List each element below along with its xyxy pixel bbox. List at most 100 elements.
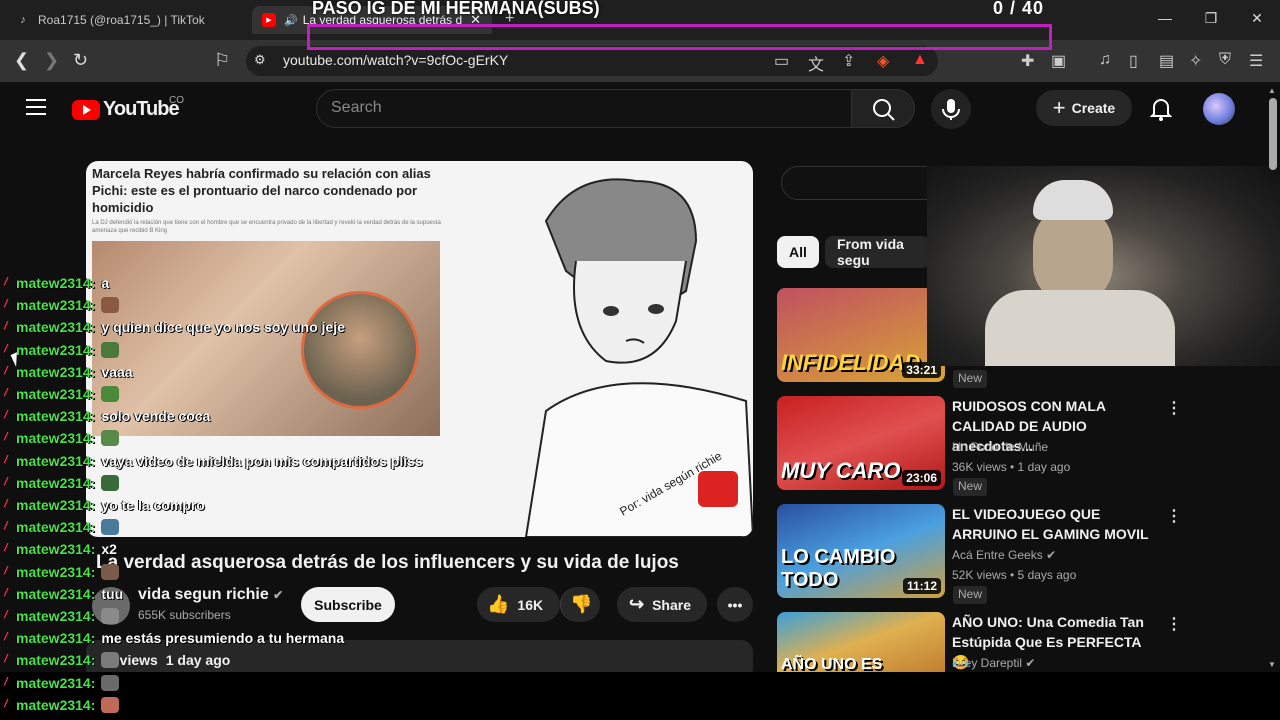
youtube-wordmark: YouTube xyxy=(103,98,180,120)
forward-icon[interactable]: ❯ xyxy=(44,50,59,71)
channel-name[interactable]: vida segun richie ✔ xyxy=(138,586,283,604)
share-page-icon[interactable]: ⇪ xyxy=(842,51,855,71)
more-icon: ••• xyxy=(727,596,743,613)
like-button[interactable]: 👍 16K xyxy=(477,587,560,622)
url-text[interactable]: youtube.com/watch?v=9cfOc-gErKY xyxy=(283,52,508,68)
voice-search-button[interactable] xyxy=(931,89,971,129)
close-window-icon[interactable]: ✕ xyxy=(1247,10,1267,27)
sidebar-icon[interactable]: ▯ xyxy=(1129,51,1138,71)
scroll-down-icon[interactable]: ▼ xyxy=(1268,660,1276,669)
wallet-icon[interactable]: ▤ xyxy=(1159,51,1174,71)
video-player[interactable]: Marcela Reyes habría confirmado su relac… xyxy=(86,161,753,537)
minimize-icon[interactable]: — xyxy=(1155,10,1175,26)
chat-text: solo vende coca xyxy=(101,408,211,425)
new-badge: New xyxy=(953,586,988,604)
chip-from-channel[interactable]: From vida segu xyxy=(825,236,930,268)
channel-name-text[interactable]: Acá Entre Geeks xyxy=(952,548,1043,562)
tab-search-icon[interactable]: ▣ xyxy=(1051,51,1066,71)
vpn-icon[interactable]: ⛨ xyxy=(1219,51,1231,69)
chat-username: matew2314: xyxy=(16,497,96,513)
notifications-button[interactable] xyxy=(1149,96,1173,127)
site-info-icon[interactable]: ⚙ xyxy=(254,52,266,68)
video-thumbnail[interactable]: LO CAMBIO TODO 11:12 xyxy=(777,504,945,598)
tab-label: Roa1715 (@roa1715_) | TikTok xyxy=(38,13,205,27)
like-count: 16K xyxy=(517,596,544,613)
video-thumbnail[interactable]: AÑO UNO ES xyxy=(777,612,945,672)
sword-badge-icon: / xyxy=(2,320,9,333)
cast-icon[interactable]: ▭ xyxy=(774,51,789,71)
chat-text: a xyxy=(101,275,110,291)
chat-username: matew2314: xyxy=(16,319,96,336)
search-button[interactable] xyxy=(851,89,915,128)
sword-badge-icon: / xyxy=(2,409,9,422)
chat-username: matew2314: xyxy=(16,341,96,358)
microphone-icon xyxy=(942,99,960,120)
chat-message: / matew2314: a xyxy=(3,272,110,294)
chat-username: matew2314: xyxy=(16,430,96,447)
sword-badge-icon: / xyxy=(2,564,9,577)
chat-message: / matew2314: xyxy=(3,605,120,627)
extensions-icon[interactable]: ✚ xyxy=(1021,51,1034,71)
chat-text: yo te la compro xyxy=(101,497,205,513)
youtube-favicon-icon: ▶ xyxy=(262,13,276,27)
more-options-icon[interactable]: ⋮ xyxy=(1166,398,1182,418)
video-channel[interactable]: Drey Dareptil ✔ xyxy=(952,656,1035,670)
account-avatar[interactable] xyxy=(1203,93,1235,125)
chat-text: y quien dice que yo nos soy uno jeje xyxy=(101,319,345,336)
page-scrollbar[interactable] xyxy=(1266,84,1280,672)
bookmark-icon[interactable]: ⚐ xyxy=(214,50,230,71)
video-thumbnail[interactable]: INFIDELIDAD 33:21 xyxy=(777,288,945,382)
more-options-icon[interactable]: ⋮ xyxy=(1166,614,1182,634)
video-channel[interactable]: Un Poco de Muñe xyxy=(952,440,1048,454)
search-placeholder: Search xyxy=(331,99,382,116)
chat-emote-icon xyxy=(101,652,120,669)
youtube-logo[interactable]: YouTube xyxy=(72,98,180,121)
more-options-icon[interactable]: ⋮ xyxy=(1166,506,1182,526)
dislike-button[interactable]: 👎 xyxy=(560,587,600,622)
scrollbar-thumb[interactable] xyxy=(1269,98,1277,170)
bottom-letterbox xyxy=(0,672,1280,720)
leo-ai-icon[interactable]: ✧ xyxy=(1189,51,1202,71)
chat-username: matew2314: xyxy=(16,696,96,713)
more-actions-button[interactable]: ••• xyxy=(717,587,753,622)
channel-name-text[interactable]: Drey Dareptil xyxy=(952,656,1022,670)
scroll-up-icon[interactable]: ▲ xyxy=(1268,86,1276,95)
chat-username: matew2314: xyxy=(16,452,96,469)
chat-emote-icon xyxy=(101,341,120,358)
chat-emote-icon xyxy=(101,430,120,447)
sword-badge-icon: / xyxy=(2,475,9,488)
tab-tiktok[interactable]: ♪ Roa1715 (@roa1715_) | TikTok xyxy=(6,6,256,34)
chat-username: matew2314: xyxy=(16,519,96,536)
channel-name-text[interactable]: vida segun richie xyxy=(138,586,269,603)
search-icon xyxy=(873,99,895,121)
menu-icon[interactable]: ☰ xyxy=(1249,51,1263,71)
subscribe-watermark-icon[interactable] xyxy=(698,471,738,507)
video-title-link[interactable]: EL VIDEOJUEGO QUE ARRUINO EL GAMING MOVI… xyxy=(952,504,1162,544)
back-icon[interactable]: ❮ xyxy=(14,50,29,71)
search-input[interactable] xyxy=(316,89,852,128)
subscribe-button[interactable]: Subscribe xyxy=(301,587,395,622)
webcam-shirt xyxy=(985,290,1175,366)
create-button[interactable]: + Create xyxy=(1036,90,1132,126)
chat-message: / matew2314: xyxy=(3,294,120,316)
chat-emote-icon xyxy=(101,474,120,491)
chat-username: matew2314: xyxy=(16,386,96,402)
video-channel[interactable]: Acá Entre Geeks ✔ xyxy=(952,548,1056,562)
audio-playing-icon[interactable]: 🔊 xyxy=(284,14,298,27)
chat-message: / matew2314: xyxy=(3,516,120,538)
video-thumbnail[interactable]: MUY CARO 23:06 xyxy=(777,396,945,490)
sword-badge-icon: / xyxy=(2,387,9,399)
brave-rewards-icon[interactable]: ▲ xyxy=(912,51,928,69)
chip-all[interactable]: All xyxy=(777,236,819,268)
maximize-icon[interactable]: ❐ xyxy=(1201,10,1221,27)
chat-message: / matew2314: yo te la compro xyxy=(3,494,205,516)
media-icon[interactable]: ♫ xyxy=(1099,51,1111,69)
translate-icon[interactable]: 文 xyxy=(808,51,824,75)
reload-icon[interactable]: ↻ xyxy=(73,50,88,71)
share-button[interactable]: ↪ Share xyxy=(617,587,707,622)
chat-message: / matew2314: xyxy=(3,694,120,716)
verified-icon: ✔ xyxy=(1046,548,1057,562)
brave-shield-icon[interactable]: ◈ xyxy=(877,51,889,71)
hamburger-menu-icon[interactable] xyxy=(26,99,46,120)
stream-goal-bar xyxy=(307,24,1052,50)
